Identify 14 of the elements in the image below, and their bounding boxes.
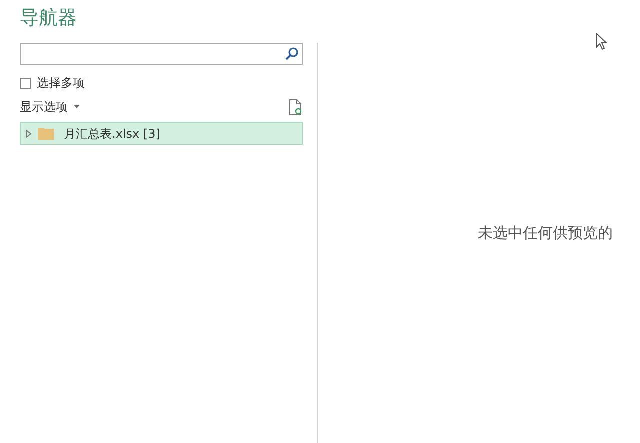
expand-icon[interactable] bbox=[26, 130, 32, 138]
tree-item-label: 月汇总表.xlsx [3] bbox=[64, 126, 160, 142]
folder-icon bbox=[38, 127, 54, 140]
search-icon bbox=[285, 47, 299, 61]
display-options-dropdown[interactable]: 显示选项 bbox=[20, 98, 80, 116]
checkbox[interactable] bbox=[20, 78, 31, 88]
mouse-cursor-icon bbox=[596, 33, 608, 51]
preview-message: 未选中任何供预览的 bbox=[478, 222, 613, 244]
refresh-document-icon[interactable] bbox=[289, 98, 303, 116]
search-field[interactable] bbox=[20, 43, 303, 65]
tree-item[interactable]: 月汇总表.xlsx [3] bbox=[20, 122, 303, 145]
checkbox-label: 选择多项 bbox=[37, 75, 85, 92]
window-title: 导航器 bbox=[20, 6, 77, 31]
caret-icon bbox=[74, 105, 80, 109]
